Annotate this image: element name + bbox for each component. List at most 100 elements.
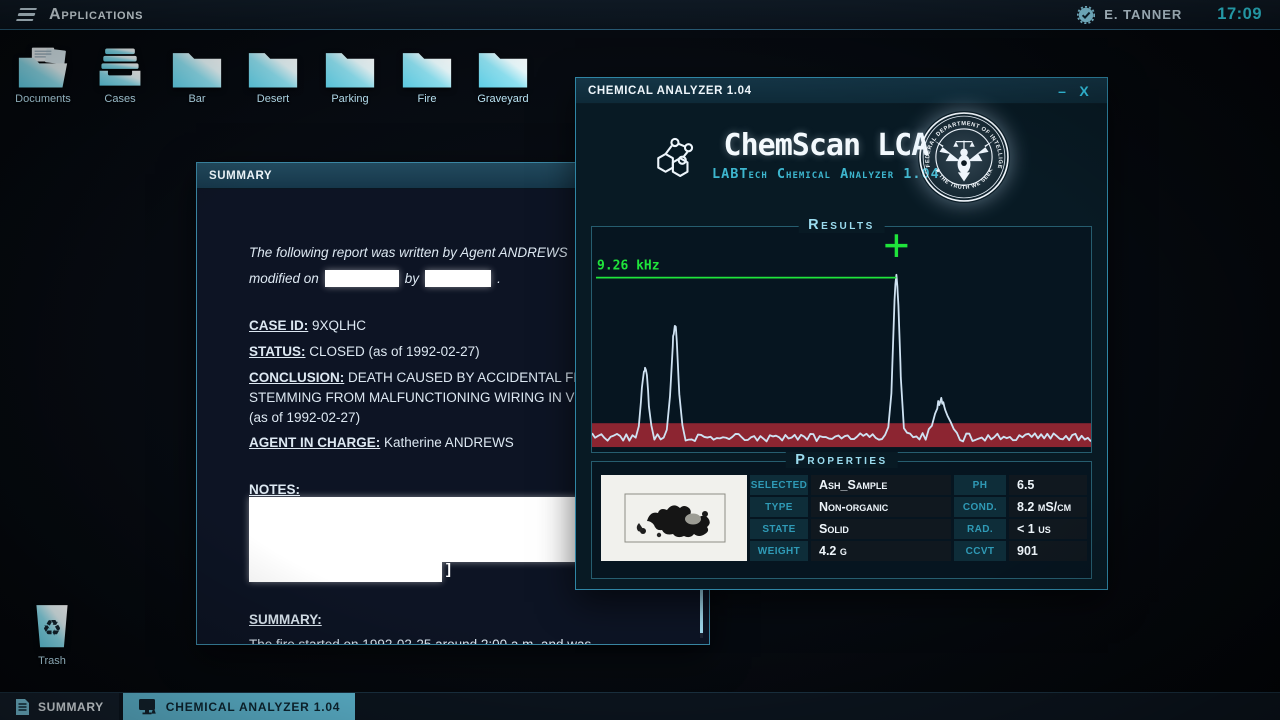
results-panel-title: Results <box>798 217 885 233</box>
desktop-screen: ♻ Applications E. TANNER 17:09 Documents… <box>0 0 1280 720</box>
trash-icon-item[interactable]: Trash <box>17 603 87 667</box>
summary-scrollbar-thumb[interactable] <box>700 589 703 633</box>
conclusion-row: CONCLUSION: DEATH CAUSED BY ACCIDENTAL F… <box>249 370 587 385</box>
summary-body-line1: The fire started on 1992-02-25 around 2:… <box>249 637 591 644</box>
minimize-button[interactable]: – <box>1051 83 1073 99</box>
notes-bracket: ] <box>446 561 451 578</box>
federal-seal: FEDERAL DEPARTMENT OF INTELLIGENCE ★ THE… <box>914 107 1010 203</box>
report-intro-line2: modified on by . <box>249 270 501 287</box>
spectrum-line <box>592 273 1091 443</box>
desktop-icon-parking[interactable]: Parking <box>315 46 385 105</box>
trash-label: Trash <box>38 655 66 667</box>
sample-photo <box>601 475 747 561</box>
desktop-icon-label: Documents <box>15 93 71 105</box>
desktop-icon-graveyard[interactable]: Graveyard <box>468 46 538 105</box>
brand-text: ChemScan LCA LABTech Chemical Analyzer 1… <box>712 128 940 182</box>
clock: 17:09 <box>1217 5 1262 23</box>
prop-label-selected: SELECTED <box>750 475 808 495</box>
case-id-label: CASE ID: <box>249 318 309 333</box>
prop-value-ph: 6.5 <box>1009 475 1087 495</box>
desktop-icon-label: Graveyard <box>477 93 529 105</box>
desktop-icon-label: Parking <box>331 93 369 105</box>
taskbar-item-label: SUMMARY <box>38 699 104 714</box>
applications-menu-icon[interactable] <box>15 8 38 21</box>
prop-label-type: TYPE <box>750 497 808 517</box>
threshold-label: 9.26 kHz <box>597 258 660 273</box>
redaction-box <box>425 270 492 287</box>
folder-icon <box>247 46 299 90</box>
federal-seal-graphic: FEDERAL DEPARTMENT OF INTELLIGENCE ★ THE… <box>914 107 1009 202</box>
chemical-analyzer-window: CHEMICAL ANALYZER 1.04 – X ChemScan LCA <box>575 77 1108 590</box>
desktop-icon-bar[interactable]: Bar <box>162 46 232 105</box>
user-badge-icon <box>1077 5 1096 24</box>
prop-label-ph: PH <box>954 475 1006 495</box>
case-id-value: 9XQLHC <box>312 318 367 333</box>
desktop-icon-desert[interactable]: Desert <box>238 46 308 105</box>
properties-panel: Properties SELECTED Ash_Sample PH 6.5 TY… <box>591 452 1092 579</box>
logged-in-user[interactable]: E. TANNER <box>1104 7 1182 22</box>
status-value: CLOSED (as of 1992-02-27) <box>309 344 480 359</box>
ash-sample-image <box>601 475 747 561</box>
close-button[interactable]: X <box>1073 83 1095 99</box>
prop-label-cond: COND. <box>954 497 1006 517</box>
prop-value-weight: 4.2 g <box>811 541 951 561</box>
prop-value-cond: 8.2 mS/cm <box>1009 497 1087 517</box>
prop-label-state: STATE <box>750 519 808 539</box>
prop-label-weight: WEIGHT <box>750 541 808 561</box>
taskbar-item-summary[interactable]: SUMMARY <box>0 693 119 720</box>
trash-icon <box>30 603 74 653</box>
prop-label-ccvt: CCVT <box>954 541 1006 561</box>
folder-icon <box>477 46 529 90</box>
applications-menu[interactable]: Applications <box>49 6 143 24</box>
redaction-block <box>249 562 442 582</box>
prop-value-state: Solid <box>811 519 951 539</box>
folder-icon <box>401 46 453 90</box>
case-id-row: CASE ID: 9XQLHC <box>249 318 366 333</box>
app-brand-subtitle: LABTech Chemical Analyzer 1.04 <box>712 166 940 182</box>
desktop-icon-fire[interactable]: Fire <box>392 46 462 105</box>
molecule-icon <box>657 137 694 177</box>
desktop-icon-label: Cases <box>104 93 136 105</box>
prop-value-rad: < 1 us <box>1009 519 1087 539</box>
analyzer-app-icon <box>138 698 156 714</box>
desktop-icon-documents[interactable]: Documents <box>8 46 78 105</box>
modified-prefix: modified on <box>249 271 319 286</box>
notes-label: NOTES: <box>249 482 301 497</box>
desktop-icon-cases[interactable]: Cases <box>85 46 155 105</box>
top-menu-bar: Applications E. TANNER 17:09 <box>0 0 1280 30</box>
taskbar-item-chemical-analyzer[interactable]: CHEMICAL ANALYZER 1.04 <box>122 693 356 720</box>
agent-label: AGENT IN CHARGE: <box>249 435 381 450</box>
taskbar-item-label: CHEMICAL ANALYZER 1.04 <box>165 699 341 714</box>
conclusion-line1: DEATH CAUSED BY ACCIDENTAL FIR <box>348 370 587 385</box>
status-label: STATUS: <box>249 344 306 359</box>
prop-value-selected: Ash_Sample <box>811 475 951 495</box>
conclusion-line2: STEMMING FROM MALFUNCTIONING WIRING IN V… <box>249 390 597 405</box>
conclusion-label: CONCLUSION: <box>249 370 345 385</box>
conclusion-line3: (as of 1992-02-27) <box>249 410 361 425</box>
document-icon <box>16 698 29 715</box>
desktop-icon-label: Fire <box>417 93 437 105</box>
prop-value-type: Non-organic <box>811 497 951 517</box>
taskbar: SUMMARY CHEMICAL ANALYZER 1.04 <box>0 692 1280 720</box>
results-panel: Results 9.26 kHz <box>591 217 1092 453</box>
prop-label-rad: RAD. <box>954 519 1006 539</box>
summary-section-label: SUMMARY: <box>249 612 322 627</box>
open-folder-icon <box>17 46 69 90</box>
desktop-icon-label: Desert <box>256 93 290 105</box>
cursor-cross[interactable] <box>885 234 908 257</box>
analyzer-window-titlebar[interactable]: CHEMICAL ANALYZER 1.04 – X <box>576 78 1107 104</box>
topbar-status-area: E. TANNER 17:09 <box>1077 5 1262 24</box>
spectrum-chart: 9.26 kHz <box>592 234 1091 448</box>
redaction-box <box>324 270 399 287</box>
folder-icon <box>171 46 223 90</box>
analyzer-window-title: CHEMICAL ANALYZER 1.04 <box>588 84 752 97</box>
analyzer-header: ChemScan LCA LABTech Chemical Analyzer 1… <box>576 104 1107 226</box>
properties-grid: SELECTED Ash_Sample PH 6.5 TYPE Non-orga… <box>592 462 1091 578</box>
trays-icon <box>94 46 146 90</box>
agent-value: Katherine ANDREWS <box>384 435 514 450</box>
prop-value-ccvt: 901 <box>1009 541 1087 561</box>
redaction-block <box>249 497 589 562</box>
status-row: STATUS: CLOSED (as of 1992-02-27) <box>249 344 480 359</box>
folder-icon <box>324 46 376 90</box>
modified-period: . <box>497 271 501 286</box>
